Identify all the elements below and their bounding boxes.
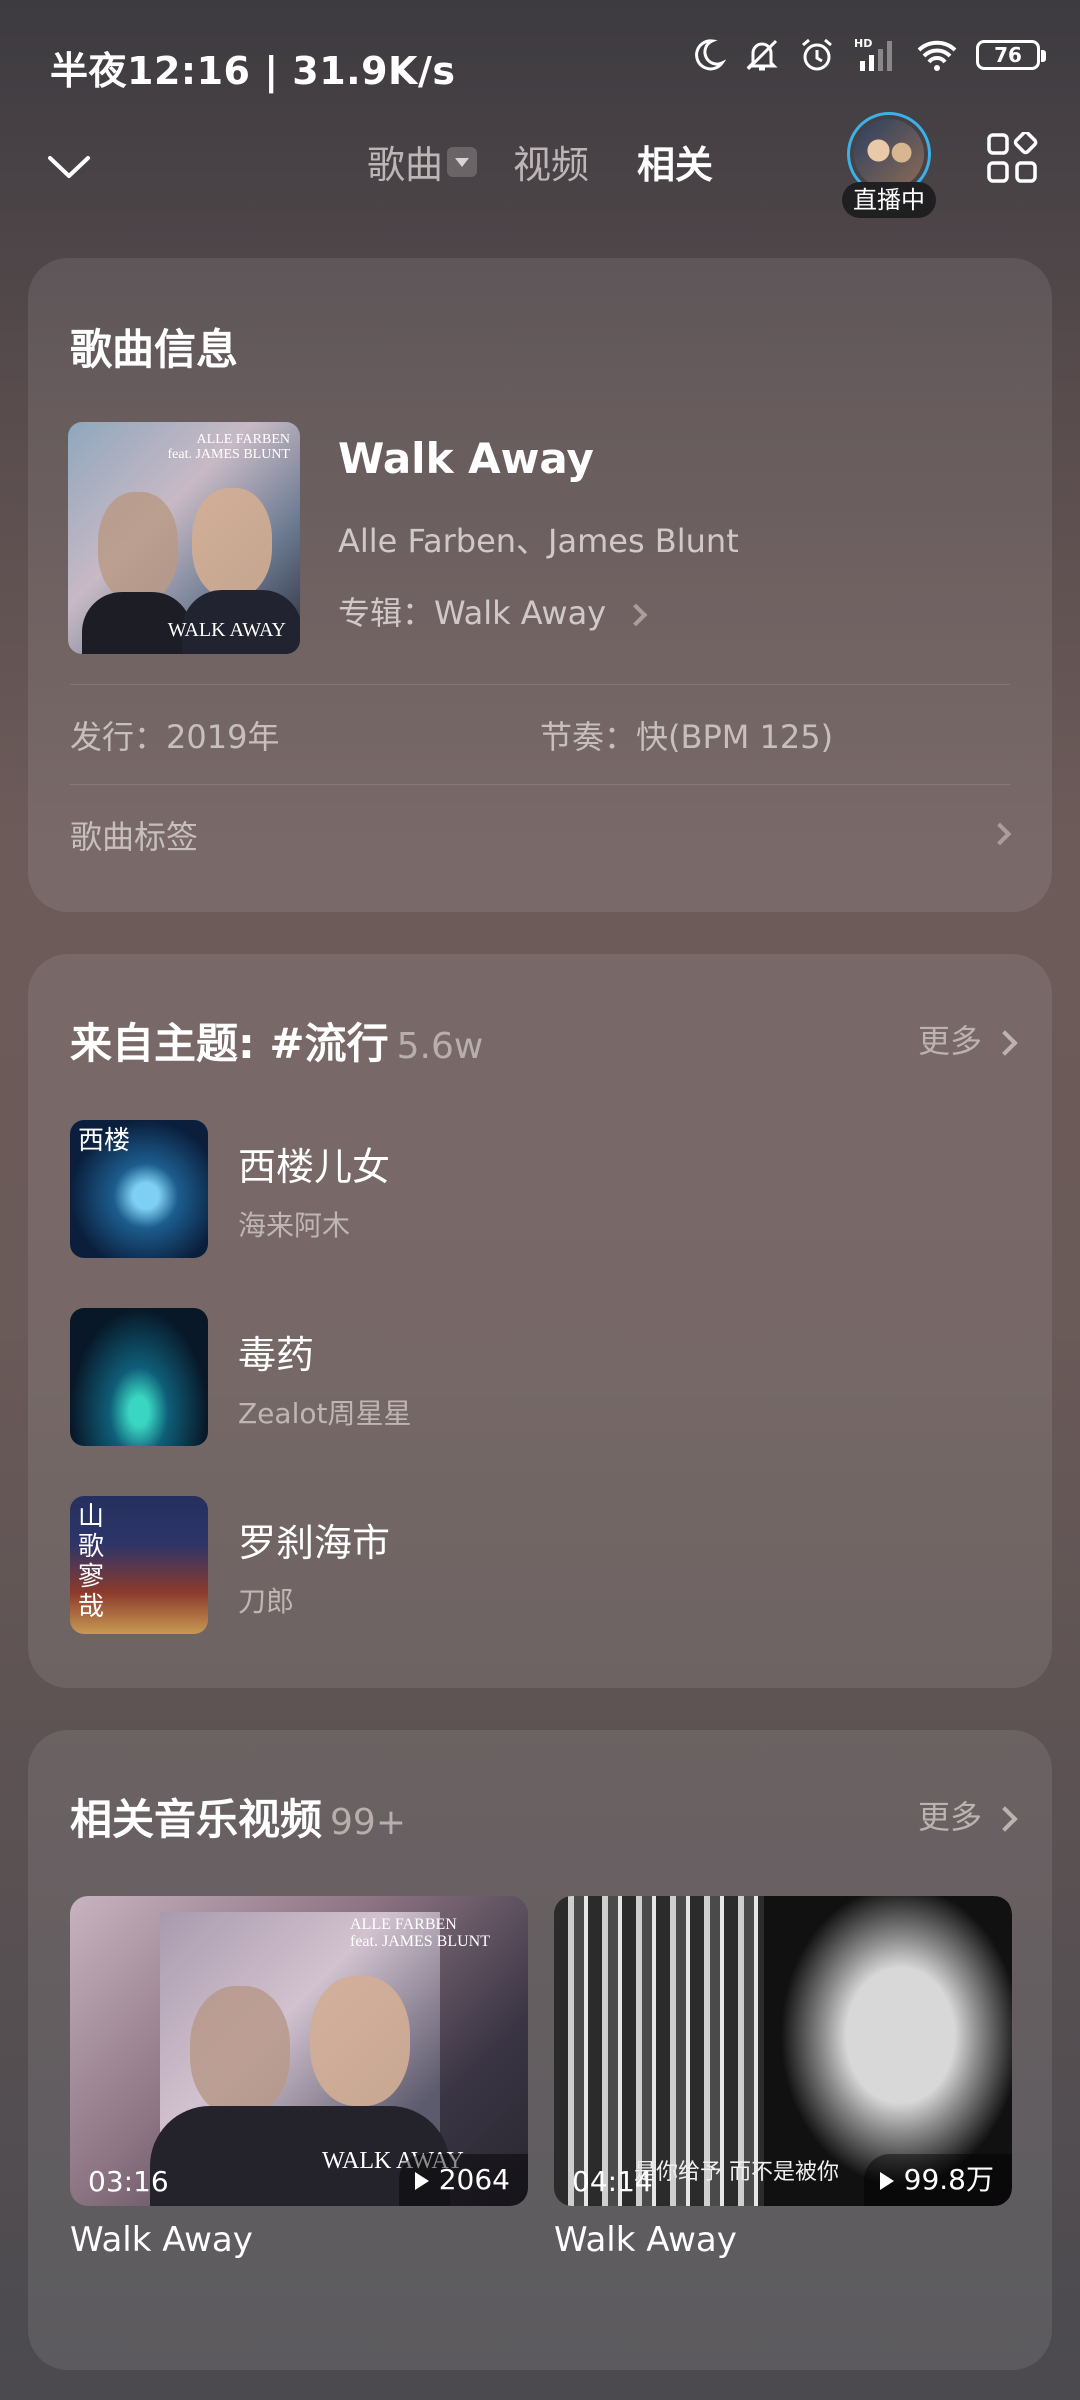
cover-figure-left xyxy=(98,492,178,602)
video-card[interactable]: ALLE FARBEN feat. JAMES BLUNT WALK AWAY … xyxy=(70,1896,528,2260)
album-cover[interactable]: ALLE FARBEN feat. JAMES BLUNT WALK AWAY xyxy=(68,422,300,654)
video-duration: 04:14 xyxy=(572,2165,653,2198)
video-card[interactable]: 是你给予 而不是被你 04:14 99.8万 Walk Away xyxy=(554,1896,1012,2260)
list-item[interactable]: 山歌寥哉 罗刹海市 刀郎 xyxy=(70,1496,1010,1636)
moon-icon xyxy=(695,39,726,71)
videos-count: 99+ xyxy=(330,1802,406,1843)
theme-more-button[interactable]: 更多 xyxy=(917,1016,1018,1062)
song-artist: 刀郎 xyxy=(238,1585,295,1618)
play-count: 99.8万 xyxy=(863,2154,1012,2206)
theme-title-text: 来自主题: #流行 xyxy=(70,1019,389,1068)
song-name: Walk Away xyxy=(338,434,594,483)
play-count-value: 2064 xyxy=(438,2163,510,2196)
play-icon xyxy=(879,2172,894,2190)
chevron-right-icon xyxy=(988,822,1012,846)
song-artist: 海来阿木 xyxy=(238,1209,351,1242)
thumb-figure-left xyxy=(190,1986,290,2116)
song-title: 罗刹海市 xyxy=(238,1521,391,1565)
list-item[interactable]: 毒药 Zealot周星星 xyxy=(70,1308,1010,1448)
more-label: 更多 xyxy=(917,1022,982,1060)
song-artist: Zealot周星星 xyxy=(238,1397,412,1430)
more-label: 更多 xyxy=(917,1798,982,1836)
live-badge: 直播中 xyxy=(842,182,936,218)
tab-related[interactable]: 相关 xyxy=(637,134,713,189)
tab-videos[interactable]: 视频 xyxy=(513,134,589,189)
song-title: 毒药 xyxy=(238,1333,315,1377)
album-label: 专辑：Walk Away xyxy=(338,594,607,632)
play-count-value: 99.8万 xyxy=(903,2163,994,2196)
related-videos-card: 相关音乐视频 99+ 更多 ALLE FARBEN feat. JAMES BLU… xyxy=(28,1730,1052,2370)
cover-figure-right xyxy=(192,488,272,598)
chevron-right-icon xyxy=(992,1030,1018,1056)
videos-more-button[interactable]: 更多 xyxy=(917,1792,1018,1838)
release-info: 发行：2019年 xyxy=(70,718,280,756)
avatar-image xyxy=(854,119,924,189)
divider xyxy=(70,684,1010,685)
list-item[interactable]: 西楼 西楼儿女 海来阿木 xyxy=(70,1120,1010,1260)
video-title: Walk Away xyxy=(554,2220,737,2260)
apps-grid-icon[interactable] xyxy=(986,132,1038,184)
thumb-text-artists: ALLE FARBEN feat. JAMES BLUNT xyxy=(350,1916,490,1950)
song-title: 西楼儿女 xyxy=(238,1145,391,1189)
song-tags-label: 歌曲标签 xyxy=(70,818,199,856)
song-info-title: 歌曲信息 xyxy=(70,325,239,374)
signal-hd-icon: HD xyxy=(854,37,892,71)
thumb-subtitle: 是你给予 而不是被你 xyxy=(634,2160,839,2185)
video-duration: 03:16 xyxy=(88,2165,169,2198)
play-icon xyxy=(414,2172,429,2190)
song-thumbnail: 西楼 xyxy=(70,1120,208,1258)
song-album-link[interactable]: 专辑：Walk Away xyxy=(338,588,648,634)
cover-text-title: WALK AWAY xyxy=(167,619,286,641)
song-tags-row[interactable]: 歌曲标签 xyxy=(70,812,1014,858)
chevron-right-icon xyxy=(624,603,648,627)
song-thumbnail xyxy=(70,1308,208,1446)
thumb-text: 西楼 xyxy=(78,1126,131,1156)
song-artists[interactable]: Alle Farben、James Blunt xyxy=(338,516,739,562)
alarm-icon xyxy=(802,38,832,71)
videos-title-text: 相关音乐视频 xyxy=(70,1795,323,1844)
tab-songs[interactable]: 歌曲 xyxy=(367,134,443,189)
status-bar: 半夜12:16 | 31.9K/s HD 76 xyxy=(0,0,1080,126)
chevron-right-icon xyxy=(992,1806,1018,1832)
theme-count: 5.6w xyxy=(396,1026,484,1067)
divider xyxy=(70,784,1010,785)
theme-card: 来自主题: #流行 5.6w 更多 西楼 西楼儿女 海来阿木 毒药 Zealot周… xyxy=(28,954,1052,1688)
video-thumbnail: 是你给予 而不是被你 04:14 99.8万 xyxy=(554,1896,1012,2206)
bell-off-icon xyxy=(746,39,778,71)
videos-title: 相关音乐视频 99+ xyxy=(70,1786,406,1847)
wifi-icon xyxy=(917,40,957,71)
thumb-text: 山歌寥哉 xyxy=(78,1502,105,1622)
theme-title: 来自主题: #流行 5.6w xyxy=(70,1010,483,1071)
video-title: Walk Away xyxy=(70,2220,253,2260)
video-thumbnail: ALLE FARBEN feat. JAMES BLUNT WALK AWAY … xyxy=(70,1896,528,2206)
live-avatar-button[interactable]: 直播中 xyxy=(842,112,936,224)
status-time: 半夜12:16 | 31.9K/s xyxy=(50,49,456,93)
play-count: 2064 xyxy=(398,2154,528,2206)
dropdown-caret-icon[interactable] xyxy=(446,146,477,177)
thumb-figure-right xyxy=(310,1976,410,2106)
tempo-info: 节奏：快(BPM 125) xyxy=(540,718,834,756)
battery-icon: 76 xyxy=(976,40,1046,70)
cover-text-artists: ALLE FARBEN feat. JAMES BLUNT xyxy=(167,432,291,462)
status-icons: HD 76 xyxy=(690,36,1046,74)
svg-text:HD: HD xyxy=(854,37,872,50)
song-thumbnail: 山歌寥哉 xyxy=(70,1496,208,1634)
song-info-card: 歌曲信息 ALLE FARBEN feat. JAMES BLUNT WALK … xyxy=(28,258,1052,912)
